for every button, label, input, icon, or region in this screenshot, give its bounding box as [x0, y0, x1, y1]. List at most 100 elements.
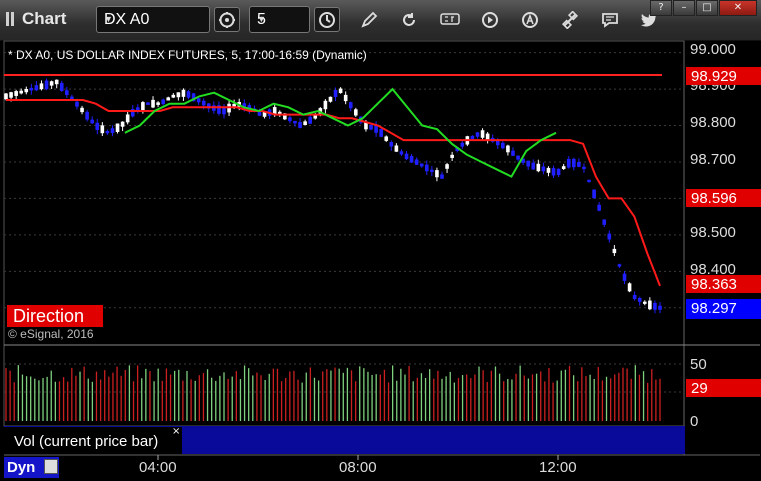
last-price-tag: 98.297	[686, 299, 761, 319]
candle-body	[419, 163, 424, 167]
candle-body	[561, 166, 566, 169]
lock-icon[interactable]	[44, 459, 58, 474]
candle-body	[293, 120, 297, 124]
candle-body	[161, 99, 165, 105]
candle-body	[566, 158, 571, 168]
candle-body	[196, 98, 201, 103]
candle-body	[632, 294, 637, 300]
candle-body	[44, 80, 49, 90]
chart-window: Chart DX A0 ▼ 5 ▼ ? – □ ✕ * DX A0, US DO…	[0, 0, 761, 481]
candle-body	[333, 90, 338, 97]
candle-body	[328, 96, 333, 102]
candle-body	[587, 179, 591, 183]
candle-body	[369, 124, 373, 130]
candle-body	[343, 94, 348, 102]
candle-body	[617, 264, 622, 267]
candle-body	[186, 91, 191, 98]
volume-axis-label: 50	[690, 356, 707, 373]
candle-body	[49, 81, 54, 86]
candle-body	[450, 154, 454, 158]
close-study-icon[interactable]: ×	[172, 426, 180, 437]
candle-body	[531, 162, 536, 170]
candle-body	[354, 109, 358, 116]
price-axis-label: 98.800	[690, 114, 736, 131]
ma-fast-line	[124, 87, 557, 178]
candle-body	[95, 122, 100, 130]
candle-body	[475, 132, 480, 137]
candle-body	[582, 166, 586, 170]
candle-body	[59, 82, 64, 91]
candle-body	[556, 168, 561, 176]
candle-body	[622, 273, 627, 281]
candle-body	[80, 107, 84, 113]
candle-body	[166, 97, 171, 101]
candle-body	[115, 123, 120, 132]
level-price-tag: 98.929	[686, 67, 761, 85]
candle-body	[607, 233, 612, 240]
candle-body	[201, 100, 206, 106]
candle-body	[516, 155, 520, 160]
candle-body	[379, 128, 383, 137]
candle-body	[156, 102, 160, 105]
candle-body	[348, 102, 353, 109]
candle-body	[54, 79, 59, 85]
price-grid	[4, 52, 684, 309]
candle-body	[105, 130, 110, 134]
candle-body	[653, 302, 657, 310]
candle-body	[597, 204, 601, 211]
candle-body	[19, 90, 24, 94]
candle-body	[298, 122, 302, 128]
candle-body	[435, 170, 439, 178]
price-chart[interactable]	[0, 0, 761, 481]
candle-body	[303, 121, 307, 125]
ma-slow-price-tag: 98.596	[686, 189, 761, 207]
candle-body	[399, 151, 404, 155]
candle-body	[627, 283, 632, 292]
candle-body	[506, 145, 510, 153]
candle-body	[445, 164, 449, 169]
candle-body	[323, 100, 328, 110]
candle-body	[409, 156, 414, 163]
candle-body	[546, 167, 551, 173]
volume-tag: 29	[686, 379, 761, 397]
candle-body	[658, 305, 662, 310]
candle-body	[541, 166, 546, 172]
candle-body	[642, 301, 647, 304]
candle-body	[308, 116, 312, 124]
candle-body	[9, 92, 13, 98]
candle-body	[151, 99, 155, 108]
candle-body	[141, 102, 145, 110]
price-axis-label: 98.500	[690, 224, 736, 241]
candle-body	[440, 174, 444, 179]
candles	[4, 78, 662, 314]
candle-body	[24, 89, 29, 93]
candle-body	[414, 159, 419, 165]
ma-fast-price-tag: 98.363	[686, 275, 761, 293]
direction-label[interactable]: Direction	[7, 305, 103, 327]
candle-body	[176, 92, 181, 98]
candle-body	[90, 119, 94, 124]
candle-body	[470, 135, 475, 139]
candle-body	[125, 114, 130, 123]
candle-body	[146, 102, 150, 105]
candle-body	[222, 107, 226, 115]
candle-body	[384, 136, 389, 141]
candle-body	[480, 130, 485, 138]
candle-body	[14, 91, 18, 96]
volume-bars	[5, 365, 661, 421]
volume-study-label[interactable]: Vol (current price bar)	[4, 427, 182, 454]
candle-body	[430, 169, 434, 172]
candle-body	[338, 88, 343, 94]
time-axis-label: 12:00	[539, 459, 577, 476]
candle-body	[85, 111, 89, 120]
candle-body	[4, 93, 8, 100]
candle-body	[110, 128, 115, 134]
candle-body	[404, 153, 409, 160]
candle-body	[29, 87, 34, 91]
candle-body	[460, 142, 465, 147]
price-axis-label: 98.700	[690, 151, 736, 168]
candle-body	[572, 158, 576, 168]
chart-description: * DX A0, US DOLLAR INDEX FUTURES, 5, 17:…	[8, 48, 367, 62]
candle-body	[577, 162, 581, 167]
time-axis-label: 08:00	[339, 459, 377, 476]
